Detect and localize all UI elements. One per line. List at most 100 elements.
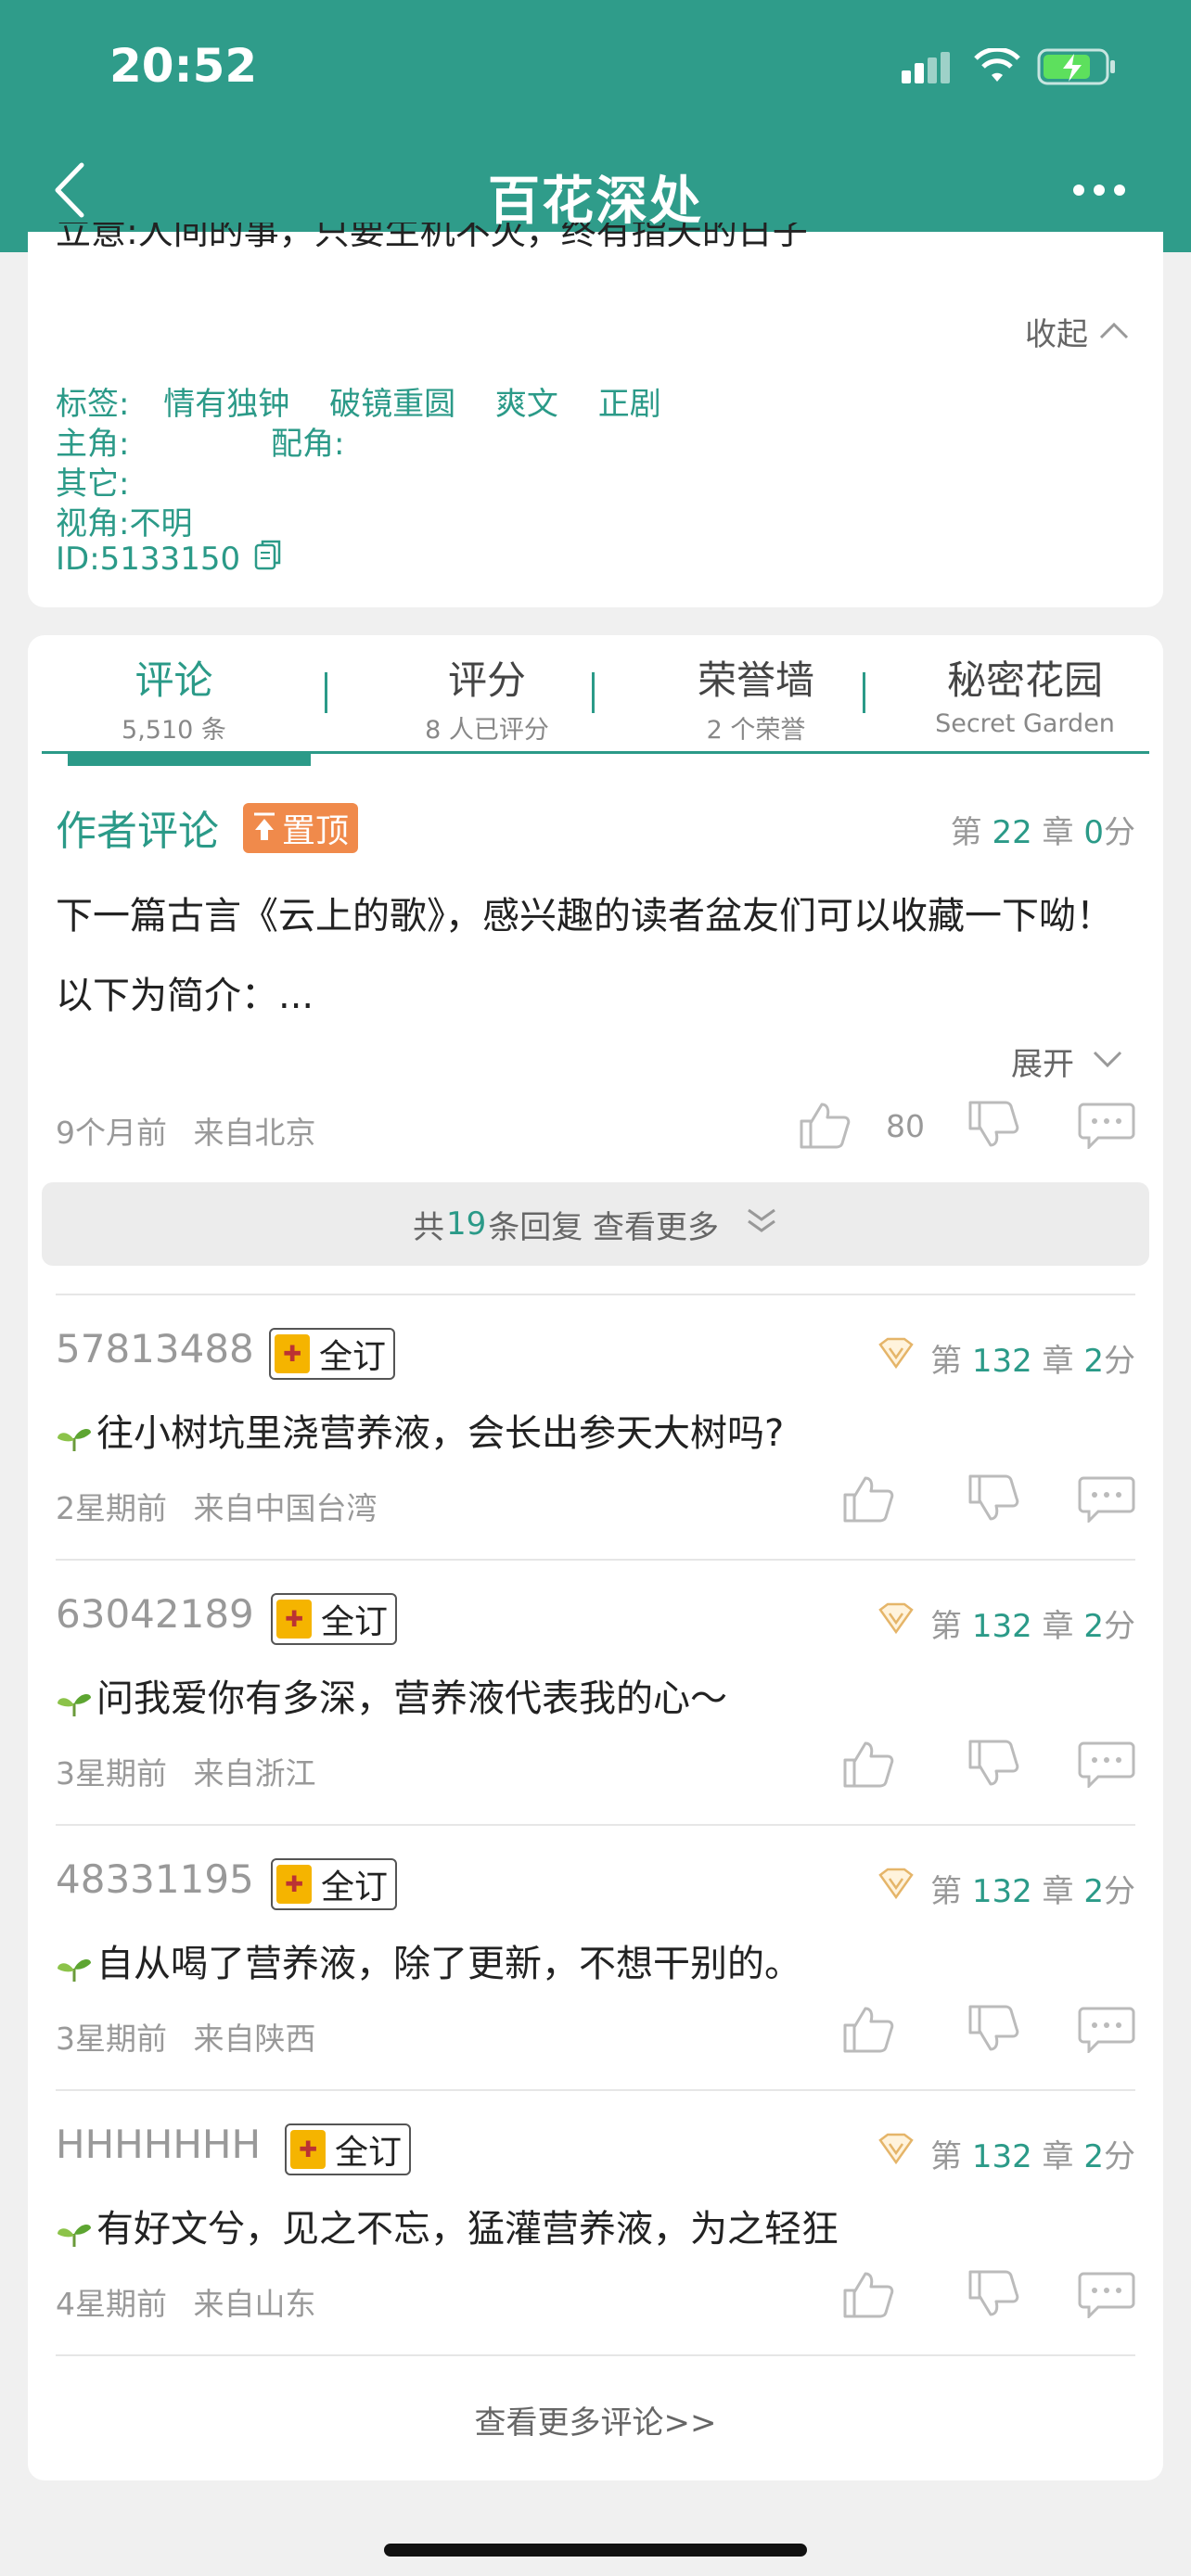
chapter-number: 132 — [971, 2138, 1032, 2175]
chapter-number: 132 — [971, 1343, 1032, 1380]
like-icon[interactable] — [839, 2268, 895, 2324]
chapter-number: 132 — [971, 1873, 1032, 1910]
chapter-score: 第 22 章 0分 — [951, 807, 1135, 852]
tag-item[interactable]: 破镜重圆 — [329, 386, 455, 423]
supporting-label: 配角: — [271, 426, 345, 463]
sprout-icon — [56, 1685, 93, 1716]
author-comment-meta: 9个月前 来自北京 — [56, 1108, 316, 1153]
wifi-icon — [974, 46, 1020, 85]
vip-diamond-icon — [877, 1868, 916, 1905]
sprout-icon — [56, 1420, 93, 1451]
replies-suffix: 条回复 查看更多 — [488, 1208, 720, 1246]
comments-card: 评论 5,510 条 评分 8 人已评分 荣誉墙 2 个荣誉 秘密花园 Secr… — [28, 635, 1163, 2480]
comment-icon[interactable] — [1078, 1101, 1135, 1153]
replies-count: 19 — [445, 1205, 487, 1243]
score-number: 2 — [1083, 1343, 1104, 1380]
book-info-card: 立意:人间的事，只要生机不灭，终有指夭的日子 收起 标签: 情有独钟 破镜重圆 … — [28, 223, 1163, 607]
comment-user-id[interactable]: HHHHHHH — [56, 2122, 261, 2167]
more-icon[interactable] — [1071, 181, 1127, 199]
home-indicator — [384, 2544, 807, 2557]
comment-icon[interactable] — [1078, 2270, 1135, 2322]
author-comment-text[interactable]: 下一篇古言《云上的歌》，感兴趣的读者盆友们可以收藏一下呦！以下为简介：... — [56, 876, 1132, 1036]
score-number: 2 — [1083, 1608, 1104, 1645]
chapter-score: 第 132 章 2分 — [930, 1600, 1135, 1646]
dislike-icon[interactable] — [965, 2268, 1020, 2324]
tab-separator — [863, 672, 865, 713]
comment-location: 来自中国台湾 — [193, 1490, 378, 1526]
chevron-down-icon — [1091, 1049, 1124, 1075]
tab-label: 秘密花园 — [946, 657, 1103, 703]
subscription-icon: ✚ — [290, 2130, 326, 2169]
replies-expander[interactable]: 共 19 条回复 查看更多 — [42, 1182, 1149, 1266]
comment-time: 3星期前 — [56, 1755, 167, 1792]
book-id-text: ID:5133150 — [56, 540, 241, 578]
like-icon[interactable] — [839, 1473, 895, 1528]
full-subscription-badge: ✚ 全订 — [271, 1593, 398, 1645]
tab-ratings[interactable]: 评分 8 人已评分 — [357, 649, 617, 746]
chapter-score: 第 132 章 2分 — [930, 2131, 1135, 2176]
score-suffix: 分 — [1104, 1873, 1135, 1910]
score-number: 2 — [1083, 2138, 1104, 2175]
tag-item[interactable]: 情有独钟 — [163, 386, 289, 423]
tab-honor-wall[interactable]: 荣誉墙 2 个荣誉 — [626, 649, 886, 746]
comment-meta: 3星期前 来自浙江 — [56, 1749, 316, 1793]
score-suffix: 分 — [1104, 814, 1135, 851]
comment-meta: 2星期前 来自中国台湾 — [56, 1484, 378, 1528]
tags-row: 标签: 情有独钟 破镜重圆 爽文 正剧 — [56, 378, 661, 424]
tab-sub: 2 个荣誉 — [706, 716, 806, 745]
tab-comments[interactable]: 评论 5,510 条 — [42, 649, 306, 746]
comment-icon[interactable] — [1078, 1474, 1135, 1526]
copy-icon[interactable] — [253, 538, 283, 580]
chapter-prefix: 第 — [930, 1343, 963, 1380]
status-time: 20:52 — [109, 39, 258, 93]
comment-meta: 3星期前 来自陕西 — [56, 2014, 316, 2059]
tag-item[interactable]: 正剧 — [598, 386, 661, 423]
pinned-badge: 置顶 — [243, 803, 359, 853]
active-tab-indicator — [68, 753, 311, 766]
signal-icon — [900, 52, 955, 85]
expand-button[interactable]: 展开 — [1011, 1039, 1124, 1084]
tab-sub: Secret Garden — [935, 709, 1115, 738]
comment-text-row[interactable]: 自从喝了营养液，除了更新，不想干别的。 — [56, 1933, 801, 1987]
dislike-icon[interactable] — [965, 2003, 1020, 2059]
comment-time: 9个月前 — [56, 1115, 167, 1151]
collapse-button[interactable]: 收起 — [1025, 309, 1131, 354]
comment-user-id[interactable]: 57813488 — [56, 1326, 254, 1371]
comment-text-row[interactable]: 往小树坑里浇营养液，会长出参天大树吗? — [56, 1403, 784, 1457]
comment-divider — [56, 1294, 1135, 1295]
comment-icon[interactable] — [1078, 2005, 1135, 2057]
score-suffix: 分 — [1104, 1343, 1135, 1380]
comment-text-row[interactable]: 有好文兮，见之不忘，猛灌营养液，为之轻狂 — [56, 2199, 839, 2252]
chapter-prefix: 第 — [950, 814, 982, 851]
comment-icon[interactable] — [1078, 1740, 1135, 1792]
chapter-suffix: 章 — [1042, 2138, 1074, 2175]
more-comments-link[interactable]: 查看更多评论>> — [28, 2397, 1163, 2442]
chapter-suffix: 章 — [1042, 814, 1074, 851]
chapter-suffix: 章 — [1042, 1873, 1074, 1910]
comment-text: 有好文兮，见之不忘，猛灌营养液，为之轻狂 — [96, 2208, 839, 2251]
other-label: 其它: — [56, 465, 130, 503]
comment-user-id[interactable]: 48331195 — [56, 1856, 254, 1902]
comment-user-id[interactable]: 63042189 — [56, 1591, 254, 1637]
tab-secret-garden[interactable]: 秘密花园 Secret Garden — [895, 649, 1155, 738]
badge-label: 全订 — [335, 2134, 403, 2172]
comment-location: 来自山东 — [193, 2286, 316, 2322]
comment-location: 来自北京 — [193, 1115, 316, 1151]
dislike-icon[interactable] — [965, 1473, 1020, 1528]
dislike-icon[interactable] — [965, 1738, 1020, 1793]
chapter-number: 132 — [971, 1608, 1032, 1645]
status-bar: 20:52 — [0, 0, 1191, 139]
subscription-icon: ✚ — [276, 1600, 312, 1639]
tags-label: 标签: — [56, 386, 130, 423]
dislike-icon[interactable] — [965, 1099, 1020, 1154]
like-icon[interactable] — [839, 1738, 895, 1793]
tag-item[interactable]: 爽文 — [495, 386, 558, 423]
tab-sub: 5,510 条 — [122, 716, 226, 745]
chapter-number: 22 — [992, 814, 1032, 851]
like-icon[interactable] — [796, 1099, 852, 1154]
comment-text-row[interactable]: 问我爱你有多深，营养液代表我的心～ — [56, 1668, 727, 1722]
perspective-label: 视角:不明 — [56, 505, 193, 542]
like-icon[interactable] — [839, 2003, 895, 2059]
chapter-score: 第 132 章 2分 — [930, 1866, 1135, 1911]
theme-line: 立意:人间的事，只要生机不灭，终有指夭的日子 — [56, 223, 808, 252]
